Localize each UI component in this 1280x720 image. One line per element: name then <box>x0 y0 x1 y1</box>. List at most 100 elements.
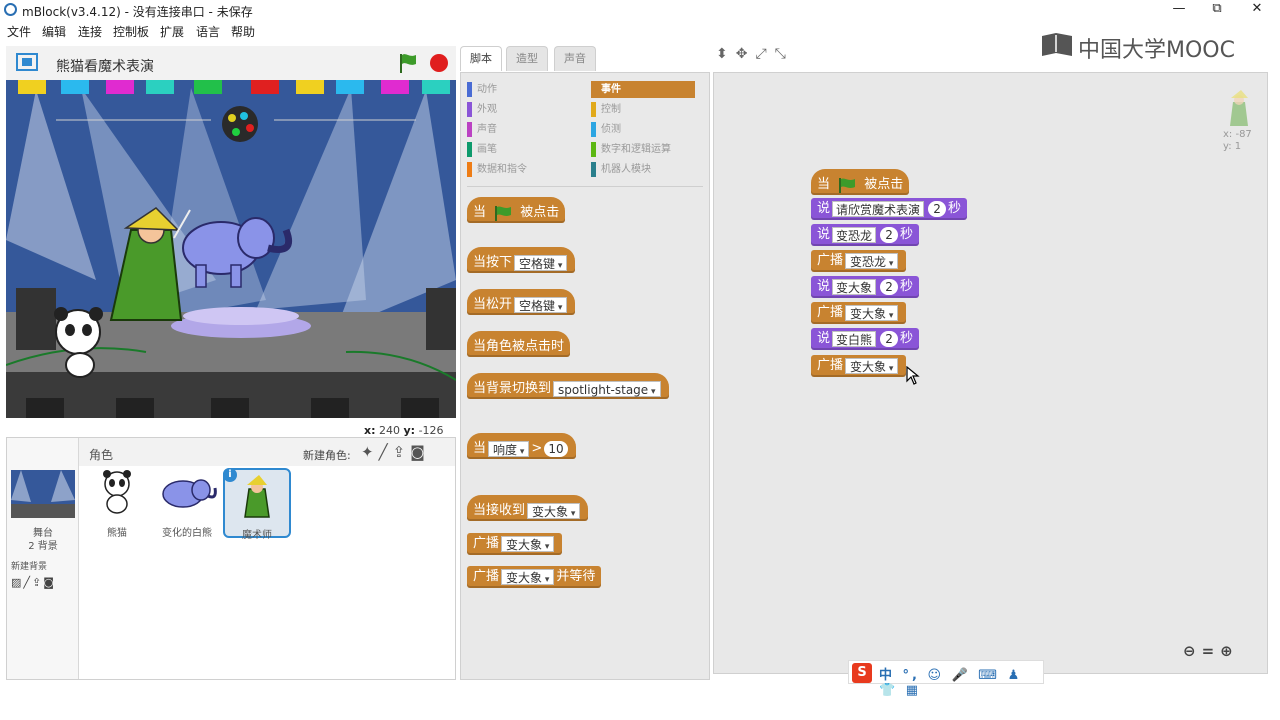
stop-icon[interactable] <box>430 54 448 72</box>
category-data[interactable]: 数据和指令 <box>467 161 577 178</box>
category-looks[interactable]: 外观 <box>467 101 577 118</box>
script-broadcast-block[interactable]: 广播 变大象 <box>811 302 907 324</box>
sprite-pane: 舞台 2 背景 新建背景 ▨╱⇪◙ 角色 新建角色: ✦╱⇪◙ 熊猫 变化的白熊… <box>6 437 456 680</box>
category-motion[interactable]: 动作 <box>467 81 577 98</box>
sogou-ime-icon[interactable]: S <box>852 663 872 683</box>
flag-icon <box>839 177 856 193</box>
stage-thumbnail[interactable] <box>11 470 75 518</box>
paint-backdrop-icon[interactable]: ▨ <box>11 576 23 589</box>
zoom-reset-icon[interactable]: = <box>1202 642 1221 660</box>
menu-language[interactable]: 语言 <box>196 23 220 40</box>
tab-sounds[interactable]: 声音 <box>554 46 596 71</box>
sprite-card-elephant[interactable]: 变化的白熊 <box>153 468 221 539</box>
message-dropdown[interactable]: 变恐龙 <box>845 252 899 269</box>
zoom-out-icon[interactable]: ⊖ <box>1183 642 1202 660</box>
sprite-card-magician[interactable]: i 魔术师 <box>223 468 291 541</box>
key-dropdown[interactable]: 空格键 <box>514 296 568 313</box>
menu-extensions[interactable]: 扩展 <box>160 23 184 40</box>
message-dropdown[interactable]: 变大象 <box>527 502 581 519</box>
menu-board[interactable]: 控制板 <box>113 23 149 40</box>
category-pen[interactable]: 画笔 <box>467 141 577 158</box>
zoom-controls: ⊖=⊕ <box>1183 642 1239 660</box>
block-when-receive[interactable]: 当接收到 变大象 <box>467 495 589 521</box>
sprite-x-readout: x: -87 <box>1223 129 1252 140</box>
green-flag-icon[interactable] <box>398 52 418 74</box>
script-when-flag-clicked[interactable]: 当 被点击 <box>811 169 910 195</box>
backdrop-dropdown[interactable]: spotlight-stage <box>553 380 661 397</box>
mooc-logo-icon <box>1042 33 1072 56</box>
mooc-watermark: 中国大学MOOC <box>1040 30 1240 63</box>
tab-costumes[interactable]: 造型 <box>506 46 548 71</box>
restore-button[interactable]: ⧉ <box>1198 0 1236 20</box>
camera-backdrop-icon[interactable]: ◙ <box>43 576 56 589</box>
category-operators[interactable]: 数字和逻辑运算 <box>591 141 701 158</box>
sprite-name-elephant: 变化的白熊 <box>162 528 212 539</box>
grow-tool-icon[interactable]: ⤢ <box>755 46 774 62</box>
say-text-input[interactable]: 变白熊 <box>832 330 877 347</box>
block-when-key-pressed[interactable]: 当按下 空格键 <box>467 247 576 273</box>
block-when-flag-clicked[interactable]: 当 被点击 <box>467 197 566 223</box>
delete-tool-icon[interactable]: ✥ <box>736 46 756 62</box>
category-sound[interactable]: 声音 <box>467 121 577 138</box>
block-broadcast-and-wait[interactable]: 广播变大象并等待 <box>467 566 602 588</box>
sprite-card-panda[interactable]: 熊猫 <box>83 468 151 539</box>
script-say-block[interactable]: 说变白熊 2 秒 <box>811 328 920 350</box>
stage-mouse-coordinates: x: 240 y: -126 <box>364 424 444 437</box>
category-robots[interactable]: 机器人模块 <box>591 161 701 178</box>
say-seconds-input[interactable]: 2 <box>880 226 899 243</box>
category-sensing[interactable]: 侦测 <box>591 121 701 138</box>
stage-canvas[interactable] <box>6 80 456 418</box>
say-seconds-input[interactable]: 2 <box>880 278 899 295</box>
presentation-mode-icon[interactable] <box>16 53 38 71</box>
camera-sprite-icon[interactable]: ◙ <box>410 443 430 461</box>
script-say-block[interactable]: 说变恐龙 2 秒 <box>811 224 920 246</box>
shrink-tool-icon[interactable]: ⤡ <box>775 46 794 62</box>
say-seconds-input[interactable]: 2 <box>928 200 947 217</box>
sprite-list-header: 角色 新建角色: ✦╱⇪◙ <box>79 438 455 466</box>
category-control[interactable]: 控制 <box>591 101 701 118</box>
menu-connect[interactable]: 连接 <box>78 23 102 40</box>
upload-sprite-icon[interactable]: ⇪ <box>393 443 411 461</box>
message-dropdown[interactable]: 变大象 <box>501 568 555 585</box>
tab-scripts[interactable]: 脚本 <box>460 46 502 71</box>
draw-backdrop-icon[interactable]: ╱ <box>23 576 32 589</box>
info-icon[interactable]: i <box>223 468 237 482</box>
sensor-dropdown[interactable]: 响度 <box>488 440 530 457</box>
script-broadcast-block[interactable]: 广播 变大象 <box>811 355 907 377</box>
say-seconds-input[interactable]: 2 <box>880 330 899 347</box>
menu-help[interactable]: 帮助 <box>231 23 255 40</box>
script-say-block[interactable]: 说变大象 2 秒 <box>811 276 920 298</box>
block-broadcast[interactable]: 广播 变大象 <box>467 533 563 555</box>
block-when-loudness[interactable]: 当响度>10 <box>467 433 576 459</box>
block-when-key-released[interactable]: 当松开 空格键 <box>467 289 576 315</box>
stage-thumbnail-column[interactable]: 舞台 2 背景 新建背景 ▨╱⇪◙ <box>7 438 79 679</box>
key-dropdown[interactable]: 空格键 <box>514 254 568 271</box>
duplicate-tool-icon[interactable]: ⬍ <box>716 46 736 62</box>
script-say-block[interactable]: 说请欣赏魔术表演 2 秒 <box>811 198 968 220</box>
current-sprite-thumbnail <box>1230 90 1248 126</box>
menu-file[interactable]: 文件 <box>7 23 31 40</box>
script-broadcast-block[interactable]: 广播 变恐龙 <box>811 250 907 272</box>
category-events[interactable]: 事件 <box>591 81 695 98</box>
choose-sprite-icon[interactable]: ✦ <box>361 443 379 461</box>
ime-status-icons[interactable]: 中 °, ☺ 🎤 ⌨ ♟ 👕 ▦ <box>879 664 1043 698</box>
paint-sprite-icon[interactable]: ╱ <box>379 443 393 461</box>
loudness-value[interactable]: 10 <box>544 440 568 457</box>
editor-tabs: 脚本 造型 声音 <box>460 46 710 72</box>
say-text-input[interactable]: 请欣赏魔术表演 <box>832 200 925 217</box>
say-text-input[interactable]: 变大象 <box>832 278 877 295</box>
speaker-right <box>426 288 456 350</box>
block-when-backdrop-switches[interactable]: 当背景切换到 spotlight-stage <box>467 373 669 399</box>
message-dropdown[interactable]: 变大象 <box>501 535 555 552</box>
menu-edit[interactable]: 编辑 <box>42 23 66 40</box>
minimize-button[interactable]: — <box>1160 0 1198 20</box>
message-dropdown[interactable]: 变大象 <box>845 357 899 374</box>
message-dropdown[interactable]: 变大象 <box>845 304 899 321</box>
close-button[interactable]: ✕ <box>1238 0 1276 20</box>
say-text-input[interactable]: 变恐龙 <box>832 226 877 243</box>
block-when-sprite-clicked[interactable]: 当角色被点击时 <box>467 331 571 357</box>
script-area[interactable]: 当 被点击 说请欣赏魔术表演2秒 说变恐龙2秒 广播变恐龙 说变大象2秒 广播变… <box>713 72 1268 674</box>
zoom-in-icon[interactable]: ⊕ <box>1220 642 1239 660</box>
upload-backdrop-icon[interactable]: ⇪ <box>32 576 43 589</box>
window-title: mBlock(v3.4.12) - 没有连接串口 - 未保存 <box>22 5 253 19</box>
